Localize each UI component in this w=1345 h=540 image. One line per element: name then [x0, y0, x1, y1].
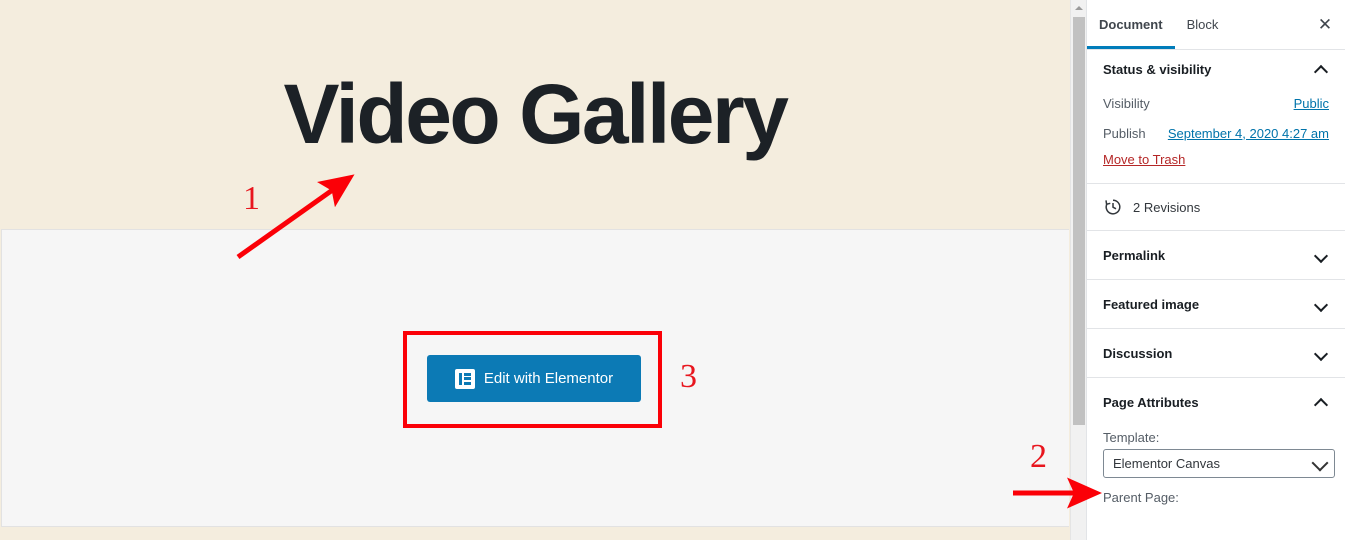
visibility-label: Visibility — [1103, 95, 1150, 111]
chevron-up-icon[interactable] — [1313, 394, 1329, 410]
close-icon[interactable]: ✕ — [1311, 11, 1339, 39]
panel-title-permalink: Permalink — [1103, 247, 1166, 263]
chevron-down-icon[interactable] — [1313, 296, 1329, 312]
panel-header-featured-image[interactable]: Featured image — [1087, 280, 1345, 328]
row-publish: Publish September 4, 2020 4:27 am — [1103, 118, 1329, 148]
panel-title-featured-image: Featured image — [1103, 296, 1200, 312]
panel-title-status-visibility: Status & visibility — [1103, 61, 1212, 77]
move-to-trash-link[interactable]: Move to Trash — [1103, 152, 1185, 167]
panel-title-page-attributes: Page Attributes — [1103, 394, 1199, 410]
chevron-up-icon[interactable] — [1313, 61, 1329, 77]
panel-permalink: Permalink — [1087, 231, 1345, 280]
template-select-value: Elementor Canvas — [1113, 456, 1220, 471]
clock-history-icon — [1103, 197, 1123, 217]
panel-header-page-attributes[interactable]: Page Attributes — [1087, 378, 1345, 426]
chevron-down-icon[interactable] — [1311, 454, 1329, 472]
sidebar-tabs: Document Block ✕ — [1087, 0, 1345, 50]
revisions-link[interactable]: 2 Revisions — [1087, 184, 1345, 230]
chevron-down-icon[interactable] — [1313, 247, 1329, 263]
panel-header-discussion[interactable]: Discussion — [1087, 329, 1345, 377]
publish-date-link[interactable]: September 4, 2020 4:27 am — [1168, 126, 1329, 141]
template-label: Template: — [1103, 430, 1160, 445]
canvas-scrollbar[interactable] — [1070, 0, 1086, 540]
publish-label: Publish — [1103, 125, 1146, 141]
panel-status-visibility: Status & visibility Visibility Public Pu… — [1087, 50, 1345, 184]
panel-body-status-visibility: Visibility Public Publish September 4, 2… — [1087, 88, 1345, 183]
row-visibility: Visibility Public — [1103, 88, 1329, 118]
tab-document[interactable]: Document — [1087, 1, 1175, 49]
document-settings-sidebar: Document Block ✕ Status & visibility Vis… — [1086, 0, 1345, 540]
edit-with-elementor-button[interactable]: Edit with Elementor — [427, 355, 641, 402]
editor-screen: Video Gallery Edit with Elementor Docume… — [0, 0, 1345, 540]
tab-block[interactable]: Block — [1175, 1, 1231, 49]
scrollbar-thumb[interactable] — [1073, 17, 1085, 425]
panel-revisions: 2 Revisions — [1087, 184, 1345, 231]
edit-with-elementor-label: Edit with Elementor — [483, 370, 614, 387]
panel-title-discussion: Discussion — [1103, 345, 1173, 361]
parent-page-label: Parent Page: — [1103, 490, 1179, 505]
visibility-value-link[interactable]: Public — [1294, 96, 1329, 111]
elementor-icon — [454, 368, 475, 389]
revisions-label: 2 Revisions — [1133, 199, 1201, 215]
annotation-number-2: 2 — [1030, 438, 1047, 475]
panel-body-page-attributes: Template: Elementor Canvas Parent Page: — [1087, 430, 1345, 515]
editor-canvas: Video Gallery Edit with Elementor — [0, 0, 1070, 540]
scroll-up-arrow-icon[interactable] — [1071, 0, 1086, 16]
panel-header-permalink[interactable]: Permalink — [1087, 231, 1345, 279]
panel-page-attributes: Page Attributes Template: Elementor Canv… — [1087, 378, 1345, 515]
annotation-number-3: 3 — [680, 358, 697, 395]
panel-discussion: Discussion — [1087, 329, 1345, 378]
panel-header-status-visibility[interactable]: Status & visibility — [1087, 50, 1345, 88]
template-select[interactable]: Elementor Canvas — [1103, 449, 1335, 478]
annotation-number-1: 1 — [243, 180, 260, 217]
panel-featured-image: Featured image — [1087, 280, 1345, 329]
chevron-down-icon[interactable] — [1313, 345, 1329, 361]
page-title[interactable]: Video Gallery — [0, 72, 1070, 156]
